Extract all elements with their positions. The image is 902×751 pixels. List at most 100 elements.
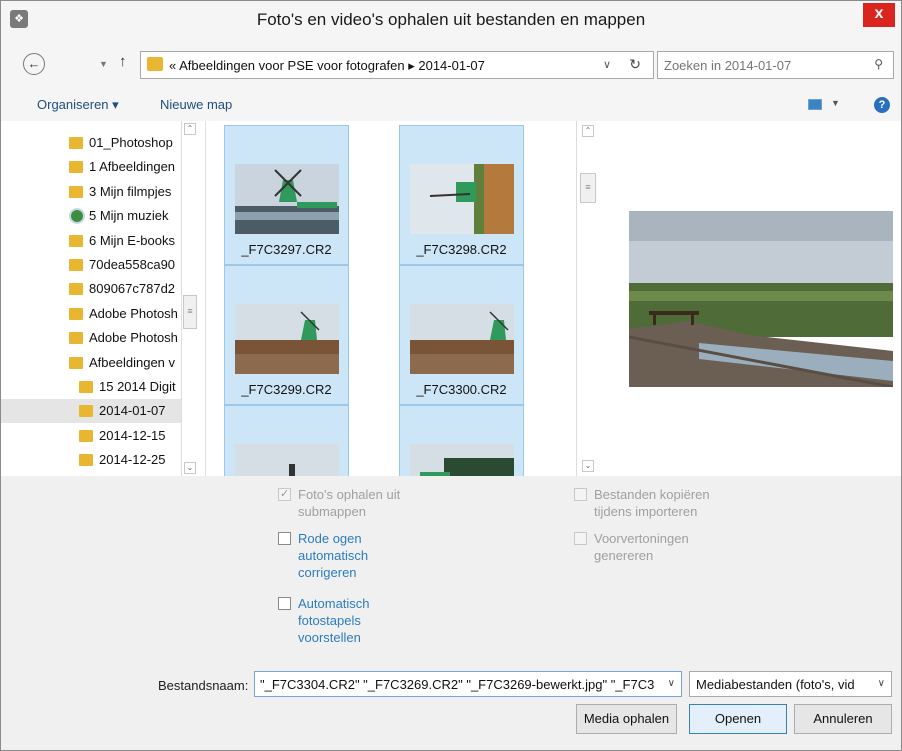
new-folder-button[interactable]: Nieuwe map [160, 97, 232, 112]
chevron-down-icon[interactable]: ∨ [878, 678, 885, 689]
folder-icon [69, 259, 83, 271]
sidebar-item[interactable]: 2014-12-25 [1, 448, 181, 472]
sidebar-item-label: Afbeeldingen v [89, 354, 176, 370]
red-eye-checkbox[interactable] [278, 532, 291, 545]
close-button[interactable]: x [863, 3, 895, 27]
title-bar: ❖ Foto's en video's ophalen uit bestande… [1, 1, 901, 37]
folder-icon [69, 356, 83, 369]
command-bar: Organiseren ▾ Nieuwe map ▼ ? [1, 87, 901, 121]
scroll-down-icon[interactable]: ⌄ [184, 462, 196, 474]
subfolders-checkbox[interactable] [278, 486, 291, 503]
sidebar-item[interactable]: 15 2014 Digit [1, 375, 181, 399]
stacks-label[interactable]: Automatisch fotostapels voorstellen [298, 595, 370, 646]
file-tile[interactable]: _F7C3300.CR2 [399, 265, 524, 405]
refresh-icon[interactable]: ↻ [629, 56, 641, 73]
stacks-label-line[interactable]: voorstellen [298, 629, 370, 646]
up-arrow-icon[interactable]: ↑ [119, 53, 127, 70]
filename-combobox[interactable]: ∨ [254, 671, 682, 697]
subfolders-label-line: Foto's ophalen uit [298, 487, 401, 502]
folder-icon [69, 307, 83, 320]
subfolders-label: Foto's ophalen uit submappen [298, 486, 400, 520]
cancel-button[interactable]: Annuleren [794, 704, 892, 734]
change-view-icon[interactable] [808, 99, 822, 110]
organize-menu[interactable]: Organiseren ▾ [37, 97, 119, 113]
breadcrumb[interactable]: « Afbeeldingen voor PSE voor fotografen … [140, 51, 654, 79]
copy-files-checkbox[interactable] [574, 488, 587, 501]
sidebar-item[interactable]: 6 Mijn E-books [1, 229, 181, 253]
stacks-label-line[interactable]: Automatisch [298, 595, 370, 612]
sidebar-item-label: Adobe Photosh [89, 305, 178, 321]
file-type-filter[interactable]: Mediabestanden (foto's, vid ∨ [689, 671, 892, 697]
get-media-button[interactable]: Media ophalen [576, 704, 677, 734]
scroll-up-icon[interactable]: ⌃ [582, 125, 594, 137]
breadcrumb-overflow[interactable]: « [169, 58, 176, 73]
folder-icon [79, 429, 93, 442]
sidebar-item[interactable]: 5 Mijn muziek [1, 204, 181, 228]
import-dialog: ❖ Foto's en video's ophalen uit bestande… [0, 0, 902, 751]
search-icon[interactable]: ⚲ [874, 57, 883, 71]
import-options: Foto's ophalen uit submappen Rode ogen a… [1, 476, 901, 662]
file-tile[interactable] [224, 405, 349, 476]
history-chevron-icon[interactable]: ▼ [99, 59, 108, 69]
sidebar-item-label: 15 2014 Digit [99, 379, 176, 394]
thumbnail-riverbank-image [235, 304, 339, 374]
breadcrumb-path[interactable]: « Afbeeldingen voor PSE voor fotografen … [169, 58, 485, 74]
scroll-thumb[interactable]: ≡ [183, 295, 197, 329]
sidebar-item[interactable]: Adobe Photosh [1, 326, 181, 350]
sidebar-item[interactable]: Adobe Photosh [1, 302, 181, 326]
nav-scrollbar[interactable]: ⌃ ≡ ⌄ [181, 121, 198, 476]
subfolders-label-line: submappen [298, 504, 366, 519]
red-eye-label-line[interactable]: corrigeren [298, 564, 368, 581]
preview-image [629, 211, 893, 387]
red-eye-label-line[interactable]: automatisch [298, 547, 368, 564]
filename-input[interactable] [260, 676, 655, 693]
folder-icon [79, 454, 93, 467]
folder-icon [69, 185, 83, 198]
stacks-label-line[interactable]: fotostapels [298, 612, 370, 629]
sidebar-item[interactable]: 3 Mijn filmpjes [1, 180, 181, 204]
navigation-pane: 2014-12-25 2014-12-15 2014-01-07 15 2014 Di… [1, 121, 206, 476]
scroll-thumb[interactable]: ≡ [580, 173, 596, 203]
folder-icon [79, 405, 93, 418]
sidebar-item[interactable]: 1 Afbeeldingen [1, 155, 181, 179]
chevron-down-icon[interactable]: ∨ [668, 678, 675, 689]
folder-icon [69, 137, 83, 149]
file-tile[interactable] [399, 405, 524, 476]
open-button[interactable]: Openen [689, 704, 787, 734]
thumbnail-riverbank-image [410, 304, 514, 374]
red-eye-label-line[interactable]: Rode ogen [298, 530, 368, 547]
view-chevron-icon[interactable]: ▼ [831, 98, 840, 108]
scroll-up-icon[interactable]: ⌃ [184, 123, 196, 135]
thumbnail-rotated-image [410, 164, 514, 234]
file-list-scrollbar[interactable]: ⌃ ≡ ⌄ [576, 121, 599, 476]
file-type-value[interactable]: Mediabestanden (foto's, vid [696, 677, 872, 692]
sidebar-item[interactable]: 809067c787d2 [1, 277, 181, 301]
sidebar-item[interactable]: 2014-01-07 [1, 399, 181, 424]
address-bar: ← ▼ ↑ « Afbeeldingen voor PSE voor fotog… [1, 37, 901, 87]
file-tile[interactable]: _F7C3298.CR2 [399, 125, 524, 265]
stacks-checkbox[interactable] [278, 597, 291, 610]
sidebar-item-label: 6 Mijn E-books [89, 232, 175, 248]
sidebar-item[interactable]: Afbeeldingen v [1, 351, 181, 375]
path-dropdown-icon[interactable]: ∨ [603, 58, 611, 71]
file-name: _F7C3298.CR2 [416, 242, 507, 257]
file-tile[interactable]: _F7C3299.CR2 [224, 265, 349, 405]
search-box[interactable]: ⚲ [657, 51, 894, 79]
sidebar-item[interactable]: 01_Photoshop [1, 131, 181, 155]
sidebar-item[interactable]: 70dea558ca90 [1, 253, 181, 277]
back-arrow-icon[interactable]: ← [23, 53, 45, 75]
breadcrumb-folders[interactable]: Afbeeldingen voor PSE voor fotografen ▸ … [179, 58, 485, 73]
sidebar-item-label: 3 Mijn filmpjes [89, 183, 172, 199]
file-tile[interactable]: _F7C3297.CR2 [224, 125, 349, 265]
red-eye-label[interactable]: Rode ogen automatisch corrigeren [298, 530, 368, 581]
scroll-down-icon[interactable]: ⌄ [582, 460, 594, 472]
copy-files-label-line: tijdens importeren [594, 504, 698, 519]
help-icon[interactable]: ? [874, 97, 890, 113]
search-input[interactable] [664, 56, 864, 74]
previews-checkbox[interactable] [574, 532, 587, 545]
sidebar-item-label: Adobe Photosh [89, 330, 178, 346]
file-name: _F7C3299.CR2 [241, 382, 332, 397]
preview-pane [599, 121, 901, 476]
folder-icon [79, 381, 93, 393]
sidebar-item[interactable]: 2014-12-15 [1, 424, 181, 448]
